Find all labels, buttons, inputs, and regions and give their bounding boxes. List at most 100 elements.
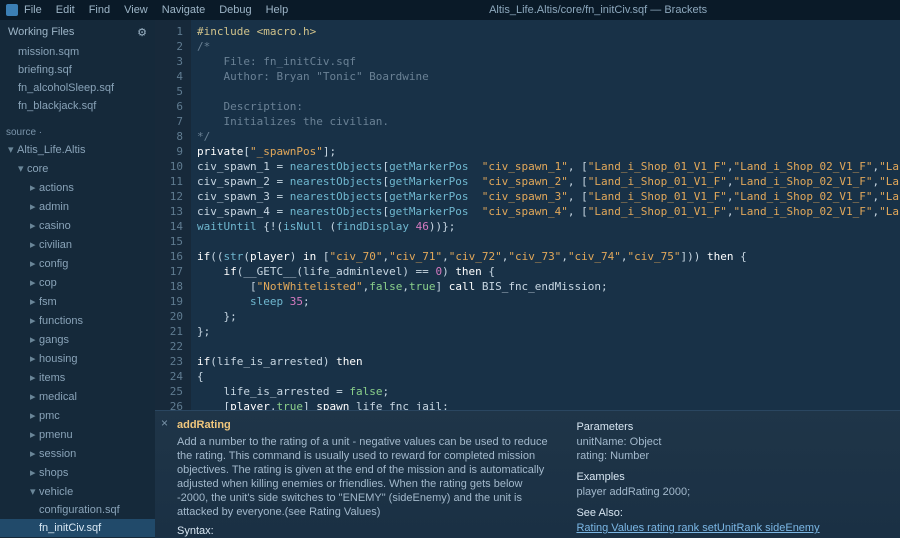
code-line[interactable]: Initializes the civilian.: [197, 114, 900, 129]
hint-seealso-links[interactable]: Rating Values rating rank setUnitRank si…: [576, 521, 886, 535]
tree-item[interactable]: ▸cop: [0, 273, 155, 292]
code-line[interactable]: civ_spawn_2 = nearestObjects[getMarkerPo…: [197, 174, 900, 189]
tree-item[interactable]: ▸civilian: [0, 235, 155, 254]
chevron-icon: ▸: [30, 466, 39, 479]
code-area[interactable]: 1234567891011121314151617181920212223242…: [155, 20, 900, 410]
code-line[interactable]: sleep 35;: [197, 294, 900, 309]
tree-item[interactable]: ▸admin: [0, 197, 155, 216]
chevron-icon: ▸: [30, 333, 39, 346]
line-number: 3: [155, 54, 183, 69]
gutter: 1234567891011121314151617181920212223242…: [155, 20, 191, 410]
line-number: 19: [155, 294, 183, 309]
code-line[interactable]: Author: Bryan "Tonic" Boardwine: [197, 69, 900, 84]
code-line[interactable]: waitUntil {!(isNull (findDisplay 46))};: [197, 219, 900, 234]
tree-item-label: core: [27, 163, 48, 175]
line-number: 7: [155, 114, 183, 129]
chevron-icon: ▸: [30, 181, 39, 194]
line-number: 13: [155, 204, 183, 219]
code-line[interactable]: civ_spawn_4 = nearestObjects[getMarkerPo…: [197, 204, 900, 219]
tree-item[interactable]: ▸session: [0, 444, 155, 463]
menu-item-debug[interactable]: Debug: [219, 4, 251, 16]
chevron-icon: ▸: [30, 238, 39, 251]
tree-item-label: civilian: [39, 239, 72, 251]
tree-item-label: shops: [39, 467, 68, 479]
hint-example: player addRating 2000;: [576, 485, 886, 499]
line-number: 21: [155, 324, 183, 339]
code-line[interactable]: civ_spawn_1 = nearestObjects[getMarkerPo…: [197, 159, 900, 174]
code-line[interactable]: private["_spawnPos"];: [197, 144, 900, 159]
code-line[interactable]: };: [197, 324, 900, 339]
line-number: 24: [155, 369, 183, 384]
tree-item[interactable]: ▸casino: [0, 216, 155, 235]
tree-item[interactable]: ▸pmc: [0, 406, 155, 425]
tree-item[interactable]: ▾vehicle: [0, 482, 155, 501]
menu-item-navigate[interactable]: Navigate: [162, 4, 205, 16]
line-number: 10: [155, 159, 183, 174]
code-line[interactable]: */: [197, 129, 900, 144]
line-number: 16: [155, 249, 183, 264]
working-file-item[interactable]: fn_alcoholSleep.sqf: [0, 79, 155, 97]
chevron-icon: ▸: [30, 371, 39, 384]
code-line[interactable]: Description:: [197, 99, 900, 114]
tree-item[interactable]: configuration.sqf: [0, 501, 155, 519]
menu-item-help[interactable]: Help: [266, 4, 289, 16]
tree-item-label: functions: [39, 315, 83, 327]
code-line[interactable]: [197, 234, 900, 249]
menu-item-edit[interactable]: Edit: [56, 4, 75, 16]
code-line[interactable]: life_is_arrested = false;: [197, 384, 900, 399]
tree-item[interactable]: ▸medical: [0, 387, 155, 406]
hint-params-label: Parameters: [576, 421, 886, 433]
code-line[interactable]: ["NotWhitelisted",false,true] call BIS_f…: [197, 279, 900, 294]
hint-param-0: unitName: Object: [576, 435, 886, 449]
menu-item-file[interactable]: File: [24, 4, 42, 16]
tree-item[interactable]: ▸config: [0, 254, 155, 273]
code-line[interactable]: if(life_is_arrested) then: [197, 354, 900, 369]
code-line[interactable]: if(__GETC__(life_adminlevel) == 0) then …: [197, 264, 900, 279]
code-line[interactable]: /*: [197, 39, 900, 54]
menu-item-find[interactable]: Find: [89, 4, 110, 16]
tree-item[interactable]: ▸actions: [0, 178, 155, 197]
code-line[interactable]: [player,true] spawn life_fnc_jail;: [197, 399, 900, 410]
menu-item-view[interactable]: View: [124, 4, 148, 16]
working-file-item[interactable]: briefing.sqf: [0, 61, 155, 79]
source-header[interactable]: source ·: [0, 121, 155, 140]
code-line[interactable]: [197, 84, 900, 99]
tree-item-label: session: [39, 448, 76, 460]
hint-title: addRating: [177, 419, 548, 431]
code-line[interactable]: [197, 339, 900, 354]
chevron-icon: ▾: [30, 485, 39, 498]
tree-item-label: actions: [39, 182, 74, 194]
tree-item[interactable]: ▾Altis_Life.Altis: [0, 140, 155, 159]
code-line[interactable]: {: [197, 369, 900, 384]
tree-item-label: config: [39, 258, 68, 270]
tree-item[interactable]: ▸shops: [0, 463, 155, 482]
editor: 1234567891011121314151617181920212223242…: [155, 20, 900, 538]
tree-item-label: fsm: [39, 296, 57, 308]
tree-item[interactable]: ▸fsm: [0, 292, 155, 311]
code-line[interactable]: };: [197, 309, 900, 324]
tree-item[interactable]: ▸items: [0, 368, 155, 387]
tree-item[interactable]: ▸gangs: [0, 330, 155, 349]
line-number: 6: [155, 99, 183, 114]
gear-icon[interactable]: ⚙: [137, 26, 147, 39]
working-file-item[interactable]: mission.sqm: [0, 43, 155, 61]
code-line[interactable]: #include <macro.h>: [197, 24, 900, 39]
tree-item-label: pmc: [39, 410, 60, 422]
tree-item-label: Altis_Life.Altis: [17, 144, 85, 156]
tree-item[interactable]: fn_initCiv.sqf: [0, 519, 155, 537]
tree-item[interactable]: ▸pmenu: [0, 425, 155, 444]
chevron-icon: ▸: [30, 219, 39, 232]
tree-item[interactable]: ▾core: [0, 159, 155, 178]
code-line[interactable]: civ_spawn_3 = nearestObjects[getMarkerPo…: [197, 189, 900, 204]
hint-panel: × addRating Add a number to the rating o…: [155, 410, 900, 538]
code-content[interactable]: #include <macro.h>/* File: fn_initCiv.sq…: [191, 20, 900, 410]
close-icon[interactable]: ×: [161, 417, 173, 429]
tree-item-label: configuration.sqf: [39, 504, 120, 516]
tree-item[interactable]: ▸functions: [0, 311, 155, 330]
tree-item[interactable]: ▸housing: [0, 349, 155, 368]
chevron-icon: ▸: [30, 409, 39, 422]
line-number: 18: [155, 279, 183, 294]
working-file-item[interactable]: fn_blackjack.sqf: [0, 97, 155, 115]
code-line[interactable]: File: fn_initCiv.sqf: [197, 54, 900, 69]
code-line[interactable]: if((str(player) in ["civ_70","civ_71","c…: [197, 249, 900, 264]
